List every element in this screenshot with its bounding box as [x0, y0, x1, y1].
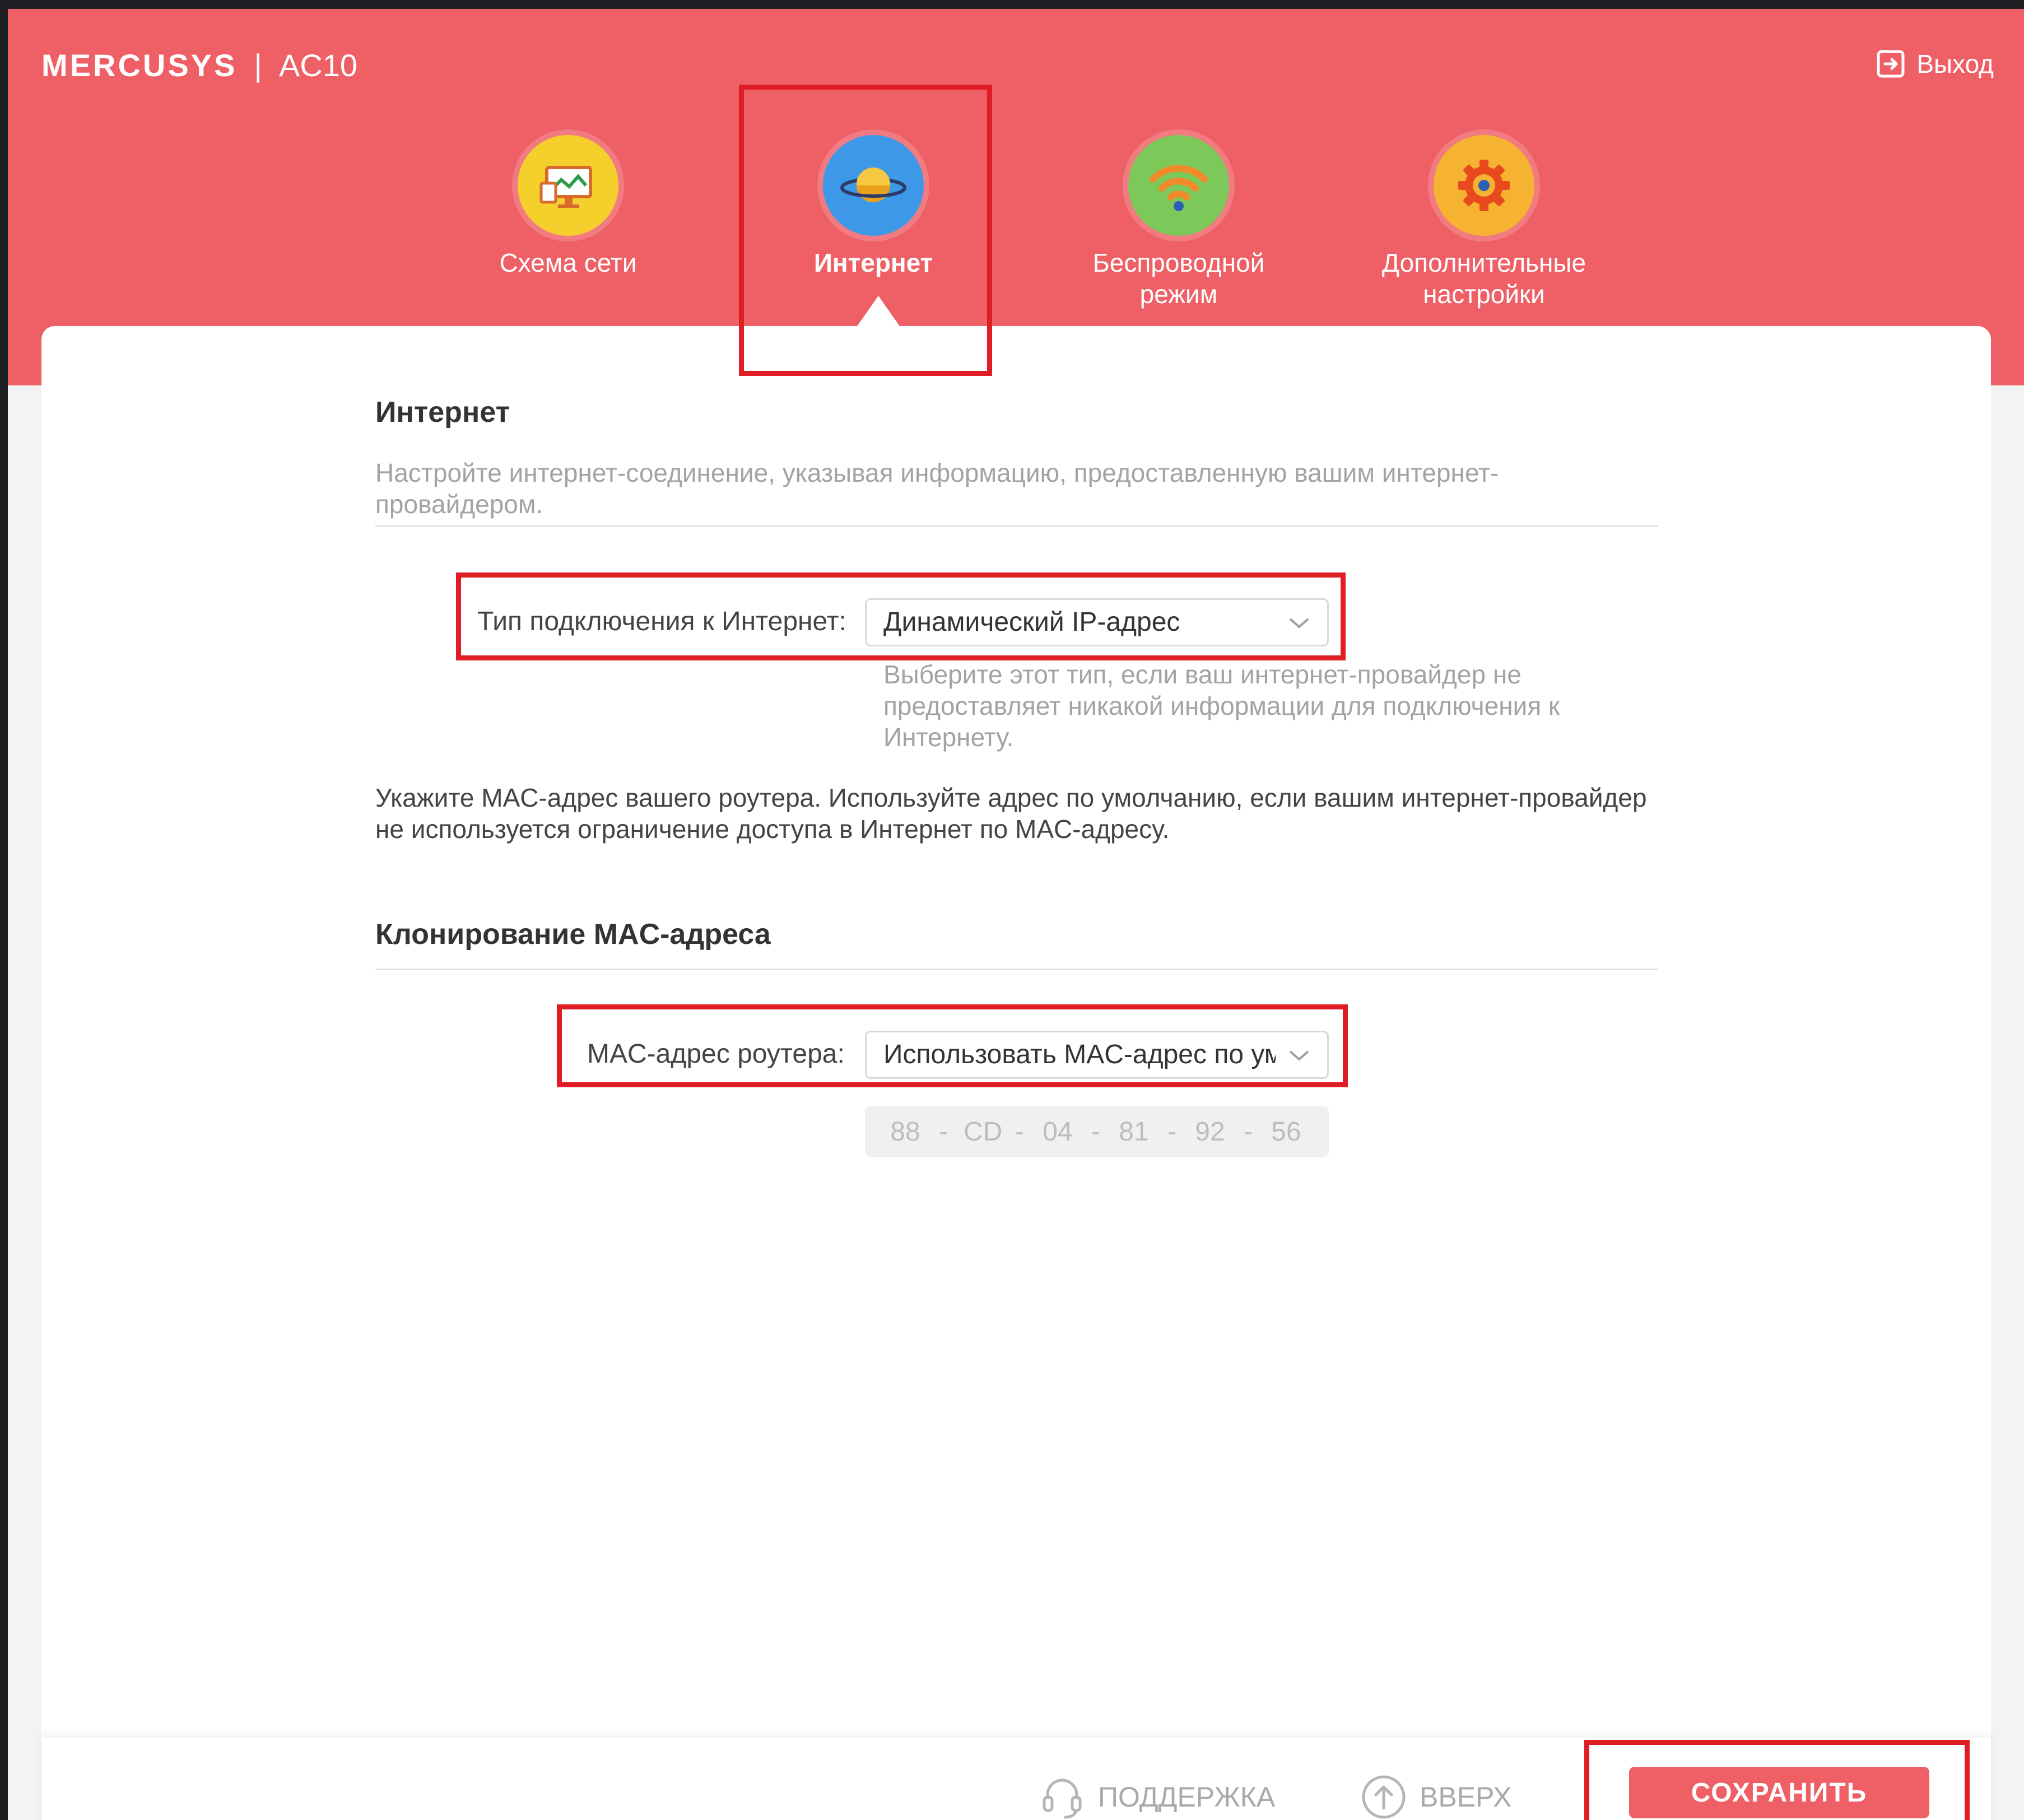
- logout-label: Выход: [1916, 49, 1994, 78]
- annotation-highlight-tab: [739, 85, 992, 376]
- network-map-icon: [518, 135, 618, 236]
- mac-separator: -: [1244, 1116, 1253, 1147]
- mac-octet: 81: [1119, 1116, 1149, 1147]
- mac-octet: 04: [1043, 1116, 1073, 1147]
- nav-wireless[interactable]: Беспроводной режим: [1061, 135, 1296, 310]
- arrow-up-icon: [1362, 1775, 1406, 1819]
- mac-octet: CD: [964, 1116, 1003, 1147]
- logout-button[interactable]: Выход: [1875, 48, 1994, 80]
- logout-icon: [1877, 50, 1905, 78]
- mac-octet: 88: [890, 1116, 920, 1147]
- router-admin-window: MERCUSYS | AC10 Выход Схема сети Интерне…: [8, 9, 2024, 1820]
- mac-octet: 56: [1271, 1116, 1301, 1147]
- mac-separator: -: [1091, 1116, 1100, 1147]
- nav-advanced[interactable]: Дополнительные настройки: [1366, 135, 1602, 310]
- mac-address-field: 88 - CD - 04 - 81 - 92 - 56: [865, 1106, 1329, 1157]
- brand-logo: MERCUSYS: [41, 48, 238, 83]
- nav-label: Дополнительные настройки: [1381, 248, 1586, 309]
- mac-note: Укажите MAC-адрес вашего роутера. Исполь…: [375, 783, 1647, 844]
- brand: MERCUSYS | AC10: [41, 47, 357, 83]
- model-name: AC10: [278, 48, 358, 83]
- brand-separator: |: [254, 48, 262, 83]
- mac-separator: -: [1167, 1116, 1176, 1147]
- divider: [375, 525, 1658, 527]
- support-label: ПОДДЕРЖКА: [1098, 1781, 1276, 1813]
- section-title-internet: Интернет: [375, 396, 510, 429]
- wifi-icon: [1128, 135, 1229, 236]
- annotation-highlight-save: [1584, 1740, 1970, 1820]
- nav-label: Беспроводной режим: [1092, 248, 1265, 309]
- annotation-highlight-connection-type: [456, 572, 1346, 660]
- mac-separator: -: [939, 1116, 948, 1147]
- scroll-top-link[interactable]: ВВЕРХ: [1360, 1774, 1512, 1820]
- connection-type-hint: Выберите этот тип, если ваш интернет-про…: [883, 660, 1560, 752]
- mac-octet: 92: [1195, 1116, 1225, 1147]
- support-link[interactable]: ПОДДЕРЖКА: [1039, 1774, 1275, 1820]
- nav-label: Схема сети: [499, 248, 637, 277]
- nav-network-map[interactable]: Схема сети: [450, 135, 686, 278]
- top-label: ВВЕРХ: [1420, 1781, 1512, 1813]
- annotation-highlight-router-mac: [557, 1004, 1348, 1087]
- mac-separator: -: [1015, 1116, 1024, 1147]
- section-title-mac-clone: Клонирование MAC-адреса: [375, 918, 771, 951]
- divider: [375, 969, 1658, 970]
- gear-icon: [1434, 135, 1534, 236]
- headset-icon: [1043, 1779, 1082, 1819]
- section-description: Настройте интернет-соединение, указывая …: [375, 458, 1499, 519]
